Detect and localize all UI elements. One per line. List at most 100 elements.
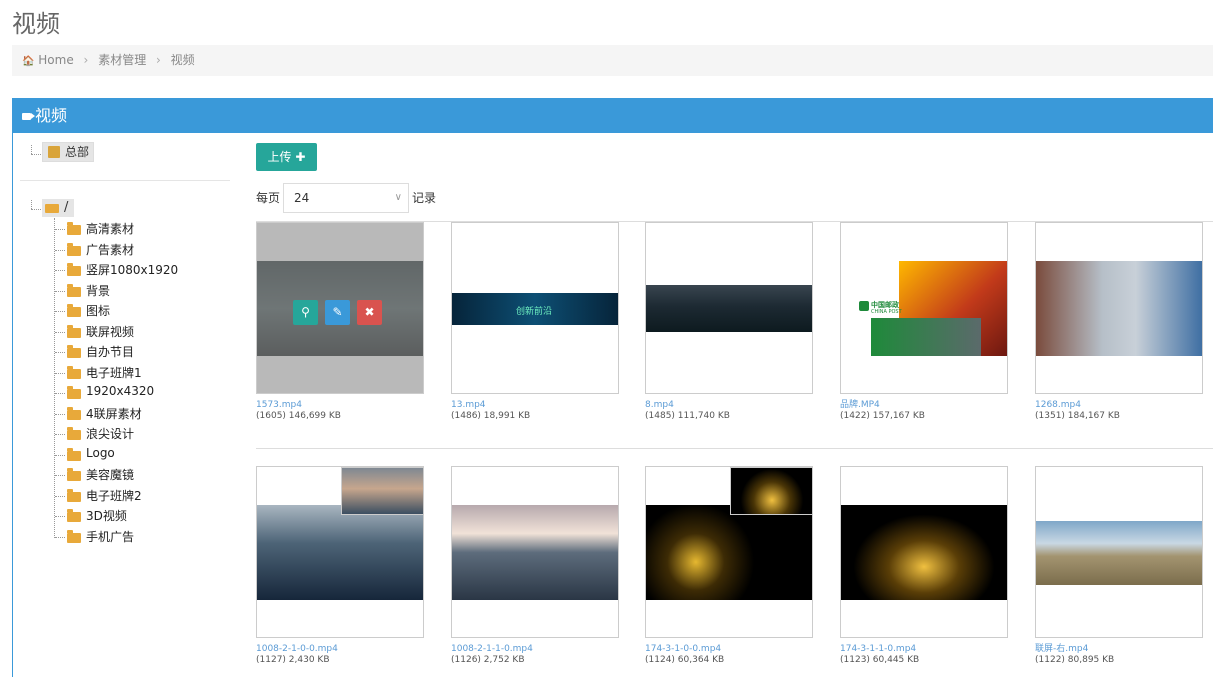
video-thumbnail <box>646 285 812 332</box>
tree-connector <box>55 495 65 497</box>
tree-folder-item[interactable]: 自办节目 <box>86 343 134 360</box>
tree-folder-item[interactable]: 竖屏1080x1920 <box>86 261 178 278</box>
folder-icon <box>67 242 81 256</box>
video-meta: (1122) 80,895 KB <box>1035 655 1115 665</box>
tree-connector <box>55 434 65 435</box>
thumbnail-caption: CHINA POST <box>871 309 902 315</box>
tree-connector <box>31 200 32 209</box>
chevron-right-icon: › <box>83 53 89 67</box>
video-thumbnail <box>841 505 1007 600</box>
video-name[interactable]: 174-3-1-0-0.mp4 <box>645 644 721 654</box>
video-name[interactable]: 13.mp4 <box>451 400 486 410</box>
video-tile[interactable]: 创新前沿 <box>451 222 619 394</box>
folder-icon <box>67 468 81 481</box>
folder-icon <box>67 222 81 235</box>
grid-divider <box>256 448 1213 449</box>
video-tile[interactable] <box>256 466 424 638</box>
breadcrumb-home[interactable]: Home <box>38 53 73 67</box>
tree-connector <box>55 454 65 456</box>
video-meta: (1605) 146,699 KB <box>256 411 341 421</box>
tree-connector <box>31 209 41 210</box>
tree-folder-item[interactable]: 高清素材 <box>86 220 134 237</box>
video-meta: (1124) 60,364 KB <box>645 655 725 665</box>
chevron-right-icon: › <box>156 53 161 67</box>
tree-root-label: 总部 <box>65 145 90 159</box>
plus-icon: ✚ <box>295 150 306 164</box>
folder-icon <box>67 529 81 543</box>
thumbnail-caption: 创新前沿 <box>516 307 553 317</box>
video-tile[interactable]: ⚲ ✎ ✖ <box>256 222 424 394</box>
tree-folder-item[interactable]: 1920x4320 <box>86 384 154 398</box>
video-name[interactable]: 8.mp4 <box>645 400 674 410</box>
video-name[interactable]: 品牌.MP4 <box>840 400 880 410</box>
breadcrumb-current: 视频 <box>170 53 195 67</box>
home-icon: 🏠 <box>22 56 35 67</box>
per-page-value: 24 <box>294 191 310 205</box>
video-tile[interactable] <box>451 466 619 638</box>
delete-icon[interactable]: ✖ <box>357 300 382 325</box>
search-icon[interactable]: ⚲ <box>293 300 318 325</box>
folder-icon <box>67 345 81 358</box>
video-thumbnail <box>452 505 618 600</box>
tree-folder-item[interactable]: 图标 <box>86 302 110 319</box>
tree-connector <box>55 393 65 394</box>
panel-border <box>12 133 13 677</box>
video-meta: (1126) 2,752 KB <box>451 655 525 665</box>
tree-folder-item[interactable]: 手机广告 <box>86 528 134 545</box>
video-name[interactable]: 1008-2-1-1-0.mp4 <box>451 644 533 654</box>
tree-folder-item[interactable]: 联屏视频 <box>86 323 134 340</box>
video-tile[interactable] <box>645 222 813 394</box>
tree-connector <box>55 352 65 353</box>
video-thumbnail <box>646 505 812 600</box>
tree-connector <box>55 249 65 251</box>
tree-root-node[interactable]: 总部 <box>42 142 95 162</box>
upload-button[interactable]: 上传 ✚ <box>256 143 317 171</box>
video-tile[interactable] <box>1035 222 1203 394</box>
video-name[interactable]: 联屏-右.mp4 <box>1035 644 1088 654</box>
book-icon <box>48 146 60 158</box>
video-thumbnail <box>257 505 423 600</box>
folder-icon <box>67 447 81 461</box>
tree-folder-root-label: / <box>64 200 69 215</box>
tree-folder-item[interactable]: 美容魔镜 <box>86 466 134 483</box>
tree-connector <box>55 290 65 292</box>
folder-icon <box>67 283 81 297</box>
folder-icon <box>67 488 81 502</box>
video-name[interactable]: 1008-2-1-0-0.mp4 <box>256 644 338 654</box>
folder-icon <box>67 427 81 440</box>
edit-icon[interactable]: ✎ <box>325 300 350 325</box>
video-tile[interactable]: 中国邮政 CHINA POST <box>840 222 1008 394</box>
folder-icon <box>67 386 81 399</box>
tree-connector <box>55 536 65 538</box>
inset-thumbnail <box>730 467 812 515</box>
breadcrumb: 🏠 Home › 素材管理 › 视频 <box>12 45 1213 76</box>
per-page-select[interactable]: 24 ∨ <box>283 183 409 213</box>
video-tile[interactable] <box>1035 466 1203 638</box>
breadcrumb-material[interactable]: 素材管理 <box>98 53 146 67</box>
video-meta: (1127) 2,430 KB <box>256 655 330 665</box>
tree-folder-item[interactable]: 4联屏素材 <box>86 405 142 422</box>
video-name[interactable]: 174-3-1-1-0.mp4 <box>840 644 916 654</box>
tree-folder-item[interactable]: 电子班牌2 <box>86 487 142 504</box>
video-thumbnail <box>1036 521 1202 585</box>
tree-folder-root[interactable]: / <box>42 199 74 217</box>
video-meta: (1351) 184,167 KB <box>1035 411 1120 421</box>
tree-folder-item[interactable]: 电子班牌1 <box>86 364 142 381</box>
tree-folder-item[interactable]: 3D视频 <box>86 507 127 524</box>
tree-folder-item[interactable]: 广告素材 <box>86 241 134 258</box>
tree-folder-item[interactable]: 浪尖设计 <box>86 425 134 442</box>
video-meta: (1422) 157,167 KB <box>840 411 925 421</box>
tree-folder-item[interactable]: 背景 <box>86 282 110 299</box>
video-tile[interactable] <box>840 466 1008 638</box>
tree-connector <box>55 311 65 312</box>
video-name[interactable]: 1268.mp4 <box>1035 400 1081 410</box>
folder-open-icon <box>45 204 59 213</box>
records-label: 记录 <box>412 191 437 205</box>
video-name[interactable]: 1573.mp4 <box>256 400 302 410</box>
tree-connector <box>55 475 65 476</box>
video-meta: (1485) 111,740 KB <box>645 411 730 421</box>
video-tile[interactable] <box>645 466 813 638</box>
tree-folder-item[interactable]: Logo <box>86 446 115 460</box>
chevron-down-icon: ∨ <box>394 192 402 203</box>
tree-connector <box>54 218 55 538</box>
